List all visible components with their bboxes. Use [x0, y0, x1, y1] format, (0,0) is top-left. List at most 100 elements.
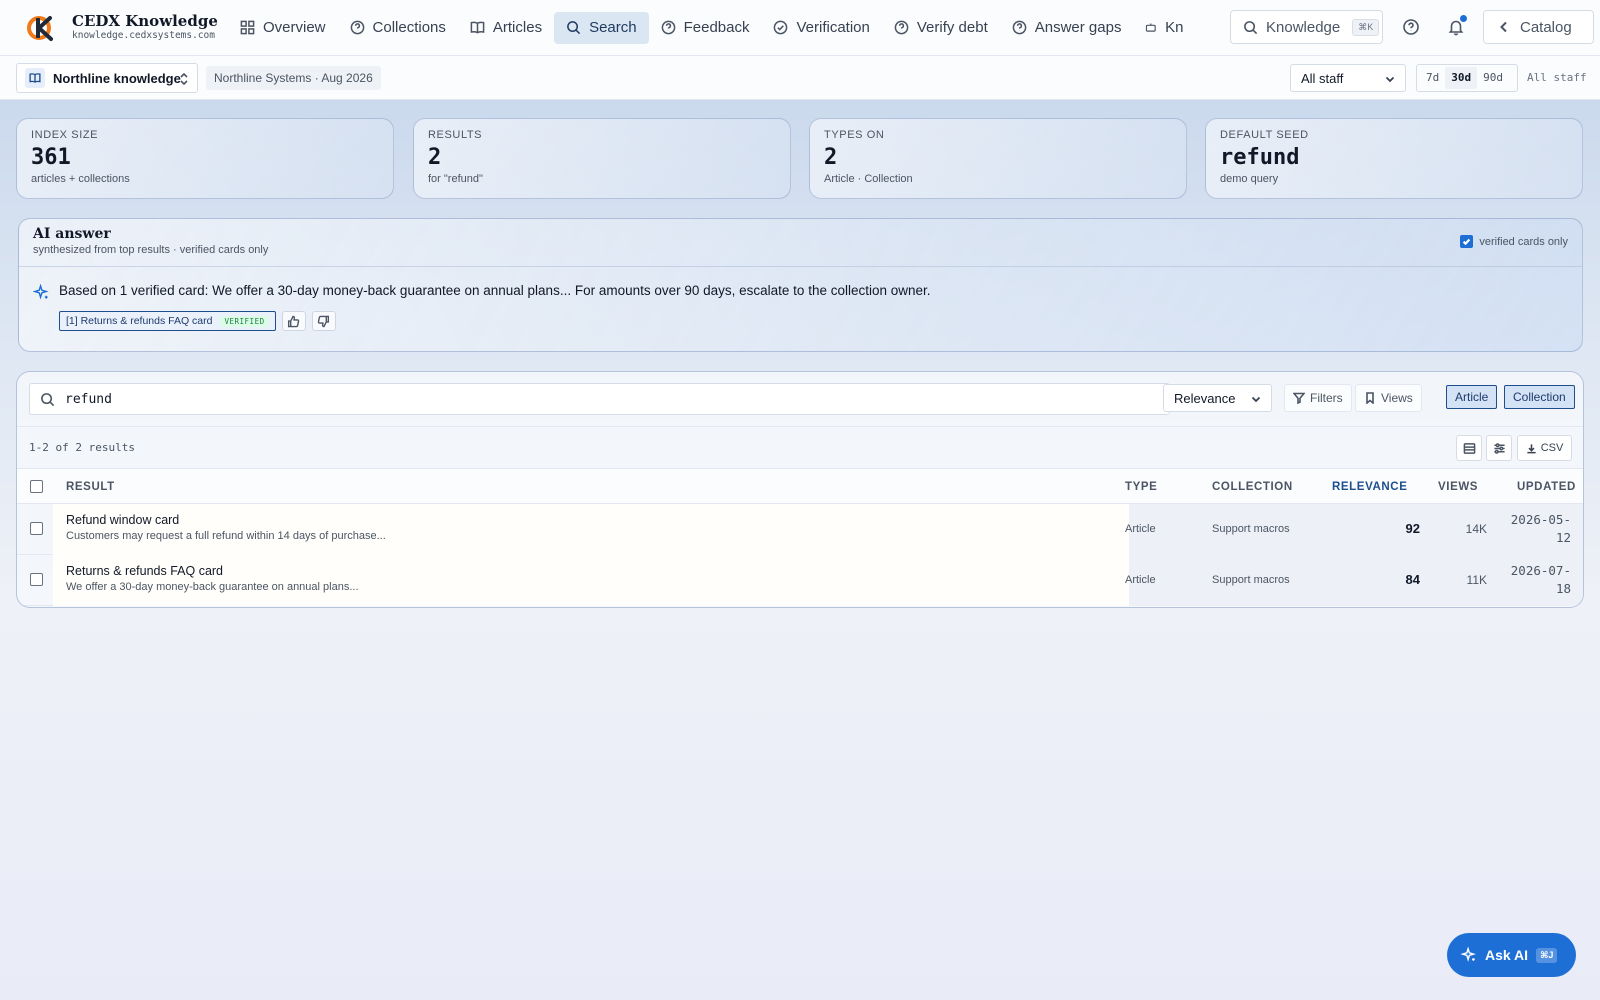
result-updated-line1: 2026-05- [1510, 512, 1571, 527]
stat-sub: Article · Collection [824, 173, 913, 185]
ai-answer-panel: AI answer synthesized from top results ·… [18, 218, 1583, 352]
nav-verify-debt-label: Verify debt [916, 19, 988, 36]
sparkle-icon [32, 283, 50, 301]
column-header-result[interactable]: RESULT [66, 481, 115, 493]
column-header-updated[interactable]: UPDATED [1517, 481, 1576, 493]
column-header-collection[interactable]: COLLECTION [1212, 481, 1293, 493]
range-90d[interactable]: 90d [1477, 67, 1509, 89]
filters-button[interactable]: Filters [1284, 384, 1352, 412]
ai-answer-title: AI answer [33, 226, 111, 242]
citation-label: [1] Returns & refunds FAQ card [66, 315, 213, 327]
citation-link[interactable]: [1] Returns & refunds FAQ card VERIFIED [59, 311, 276, 331]
result-relevance: 92 [1405, 521, 1420, 536]
stat-sub: for "refund" [428, 173, 483, 185]
type-chip-article[interactable]: Article [1446, 385, 1498, 409]
export-csv-button[interactable]: CSV [1517, 435, 1572, 461]
columns-button[interactable] [1486, 435, 1512, 461]
range-30d[interactable]: 30d [1445, 67, 1478, 89]
ask-ai-button[interactable]: Ask AI ⌘J [1447, 933, 1576, 977]
nav-overview[interactable]: Overview [228, 12, 338, 44]
chevron-down-icon [1251, 396, 1261, 403]
result-views: 14K [1465, 522, 1487, 536]
top-nav-bar: CEDX Knowledge knowledge.cedxsystems.com… [0, 0, 1600, 56]
help-button[interactable] [1402, 18, 1420, 36]
stat-value: 361 [31, 145, 71, 170]
nav-verify-debt[interactable]: Verify debt [882, 12, 1000, 44]
verified-badge: VERIFIED [220, 315, 269, 327]
nav-kn[interactable]: Kn [1133, 12, 1183, 44]
table-row[interactable]: Refund window card Customers may request… [17, 504, 1583, 555]
sort-select[interactable]: Relevance [1163, 384, 1272, 412]
nav-feedback[interactable]: Feedback [649, 12, 762, 44]
help-circle-icon [1012, 20, 1027, 35]
stat-value: 2 [428, 145, 442, 170]
robot-icon [1146, 23, 1157, 32]
row-checkbox[interactable] [30, 522, 43, 535]
verified-only-label: verified cards only [1479, 235, 1568, 248]
ai-answer-subtitle: synthesized from top results · verified … [33, 244, 269, 256]
search-icon [567, 21, 581, 35]
column-header-views[interactable]: VIEWS [1438, 481, 1478, 493]
chevron-down-icon [1385, 76, 1395, 83]
column-header-relevance[interactable]: RELEVANCE [1332, 481, 1407, 493]
filters-label: Filters [1310, 391, 1343, 405]
knowledge-shortcut: ⌘K [1352, 18, 1380, 36]
check-icon [1463, 238, 1471, 246]
grid-icon [240, 20, 255, 35]
thumbs-down-icon [317, 315, 330, 327]
result-relevance: 84 [1405, 572, 1420, 587]
select-all-checkbox[interactable] [30, 480, 43, 493]
search-input[interactable] [65, 391, 1145, 407]
notifications-button[interactable] [1447, 15, 1467, 36]
views-button[interactable]: Views [1355, 384, 1422, 412]
thumbs-up-button[interactable] [281, 311, 306, 331]
nav-articles-label: Articles [492, 19, 543, 36]
sort-selected: Relevance [1174, 390, 1236, 406]
row-checkbox[interactable] [30, 573, 43, 586]
results-table-header: RESULT TYPE COLLECTION RELEVANCE VIEWS U… [17, 469, 1583, 504]
range-7d[interactable]: 7d [1420, 67, 1445, 89]
brand[interactable]: CEDX Knowledge knowledge.cedxsystems.com [0, 12, 228, 44]
help-circle-icon [350, 20, 364, 35]
sliders-icon [1493, 442, 1505, 454]
check-circle-icon [774, 20, 788, 35]
nav-feedback-label: Feedback [683, 19, 750, 36]
search-results-panel: Relevance Filters Views Article Collecti… [16, 371, 1584, 608]
verified-only-checkbox[interactable] [1460, 235, 1474, 248]
nav-answer-gaps[interactable]: Answer gaps [1000, 12, 1134, 44]
filter-icon [1293, 392, 1305, 404]
brand-name: CEDX Knowledge [72, 12, 218, 30]
result-title[interactable]: Refund window card [66, 513, 179, 527]
nav-collections[interactable]: Collections [338, 12, 458, 44]
workspace-select[interactable]: Northline knowledge [16, 63, 198, 93]
knowledge-search-button[interactable]: Knowledge ⌘K [1230, 10, 1383, 44]
audience-select[interactable]: All staff [1290, 64, 1406, 92]
help-circle-icon [1403, 19, 1419, 35]
stat-value: refund [1220, 145, 1300, 170]
table-rows-icon [1463, 442, 1475, 454]
result-updated: 2026-07- 18 [1505, 562, 1571, 598]
density-button[interactable] [1456, 435, 1482, 461]
ask-ai-label: Ask AI [1485, 947, 1529, 963]
ai-answer-actions: [1] Returns & refunds FAQ card VERIFIED [59, 311, 1568, 331]
verified-only-toggle[interactable]: verified cards only [1460, 235, 1568, 248]
thumbs-down-button[interactable] [311, 311, 336, 331]
result-title[interactable]: Returns & refunds FAQ card [66, 564, 223, 578]
stat-label: TYPES ON [824, 129, 885, 141]
stat-card-index-size: INDEX SIZE 361 articles + collections [16, 118, 394, 199]
type-chip-collection[interactable]: Collection [1504, 385, 1575, 409]
chevron-up-down-icon [179, 72, 189, 86]
search-icon [1244, 20, 1258, 34]
nav-search[interactable]: Search [554, 11, 649, 44]
result-updated: 2026-05- 12 [1505, 511, 1571, 547]
nav-verification[interactable]: Verification [761, 12, 881, 44]
result-collection: Support macros [1212, 523, 1290, 535]
nav-articles[interactable]: Articles [458, 12, 554, 44]
catalog-label: Catalog [1520, 18, 1572, 36]
chevron-left-icon [1500, 21, 1507, 33]
views-label: Views [1381, 391, 1413, 405]
column-header-type[interactable]: TYPE [1125, 481, 1157, 493]
catalog-button[interactable]: Catalog [1483, 10, 1594, 44]
result-description: We offer a 30-day money-back guarantee o… [66, 581, 359, 593]
table-row[interactable]: Returns & refunds FAQ card We offer a 30… [17, 555, 1583, 606]
